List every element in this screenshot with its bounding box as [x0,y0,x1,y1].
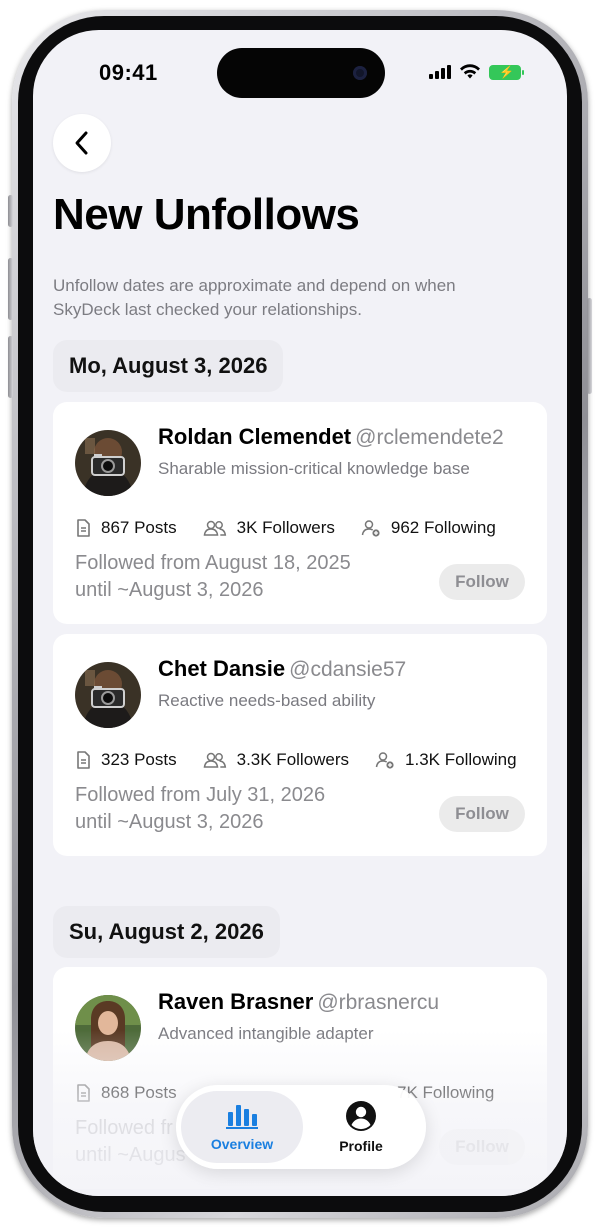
user-stats: 867 Posts 3K Followers 962 Following [75,518,522,538]
people-icon [203,752,226,768]
user-name[interactable]: Roldan Clemendet @rclemendete2 [158,424,504,450]
cellular-signal-icon [429,65,451,79]
follow-period: Followed fr until ~Augus [75,1115,186,1169]
tab-profile-label: Profile [339,1138,383,1154]
dynamic-island [217,48,385,98]
chevron-left-icon [75,131,88,155]
tab-bar: Overview Profile [176,1085,426,1169]
people-icon [203,520,226,536]
following-stat: 1.3K Following [375,750,517,770]
bar-chart-icon [226,1105,258,1129]
user-bio: Sharable mission-critical knowledge base [158,459,470,478]
wifi-icon [460,64,480,79]
followers-count: 3.3K Followers [236,750,350,769]
follow-period-end: until ~Augus [75,1144,186,1166]
volume-down-button [8,336,13,398]
follow-period: Followed from August 18, 2025 until ~Aug… [75,550,351,604]
avatar[interactable] [75,662,141,728]
posts-count: 323 Posts [101,750,177,769]
display-name: Chet Dansie [158,656,286,681]
person-circle-icon [346,1101,376,1131]
volume-up-button [8,258,13,320]
posts-stat: 323 Posts [75,750,177,770]
document-icon [77,519,90,537]
posts-count: 868 Posts [101,1083,177,1102]
status-icons: ⚡ [429,64,524,80]
day-header: Mo, August 3, 2026 [53,340,284,392]
user-handle: @rbrasnercu [317,991,440,1014]
follow-period-end: until ~August 3, 2026 [75,811,264,833]
user-name[interactable]: Chet Dansie @cdansie57 [158,656,406,682]
avatar[interactable] [75,995,141,1061]
user-stats: 868 Posts [75,1083,203,1103]
followers-count: 3K Followers [236,518,335,537]
back-button[interactable] [53,114,111,172]
page-title: New Unfollows [53,190,360,239]
following-count: 1.3K Following [405,750,517,769]
user-bio: Reactive needs-based ability [158,691,376,710]
user-handle: @cdansie57 [289,658,407,681]
follow-period-start: Followed from July 31, 2026 [75,784,326,806]
posts-count: 867 Posts [101,518,177,537]
user-card[interactable]: Chet Dansie @cdansie57 Reactive needs-bas… [53,634,547,856]
document-icon [77,1084,90,1102]
follow-button[interactable]: Follow [439,564,525,600]
mute-switch [8,195,13,227]
battery-icon: ⚡ [489,64,524,80]
followers-stat: 3K Followers [203,518,335,538]
screen: 09:41 ⚡ New Unfollows Unfollow dates are… [33,30,567,1196]
follow-period: Followed from July 31, 2026 until ~Augus… [75,782,325,836]
person-add-icon [375,752,394,769]
document-icon [77,751,90,769]
following-stat: 962 Following [361,518,496,538]
approximate-dates-note: Unfollow dates are approximate and depen… [53,276,456,319]
user-card[interactable]: Roldan Clemendet @rclemendete2 Sharable m… [53,402,547,624]
tab-profile[interactable]: Profile [300,1091,422,1163]
day-header: Su, August 2, 2026 [53,906,280,958]
posts-stat: 868 Posts [75,1083,177,1103]
follow-period-start: Followed from August 18, 2025 [75,552,351,574]
tab-overview-label: Overview [210,1136,274,1152]
side-button [587,298,592,394]
display-name: Roldan Clemendet [158,424,352,449]
user-name[interactable]: Raven Brasner @rbrasnercu [158,989,439,1015]
follow-period-end: until ~August 3, 2026 [75,579,264,601]
following-count: 962 Following [390,518,496,537]
user-handle: @rclemendete2 [355,426,504,449]
follow-button[interactable]: Follow [439,796,525,832]
user-bio: Advanced intangible adapter [158,1024,374,1043]
display-name: Raven Brasner [158,989,314,1014]
avatar[interactable] [75,430,141,496]
follow-period-start: Followed fr [75,1117,173,1139]
followers-stat: 3.3K Followers [203,750,349,770]
user-stats: 323 Posts 3.3K Followers 1.3K Following [75,750,543,770]
posts-stat: 867 Posts [75,518,177,538]
person-add-icon [361,520,380,537]
follow-button[interactable]: Follow [439,1129,525,1165]
tab-overview[interactable]: Overview [181,1091,303,1163]
front-camera [353,66,367,80]
status-bar: 09:41 ⚡ [33,30,567,120]
status-time: 09:41 [99,60,158,85]
